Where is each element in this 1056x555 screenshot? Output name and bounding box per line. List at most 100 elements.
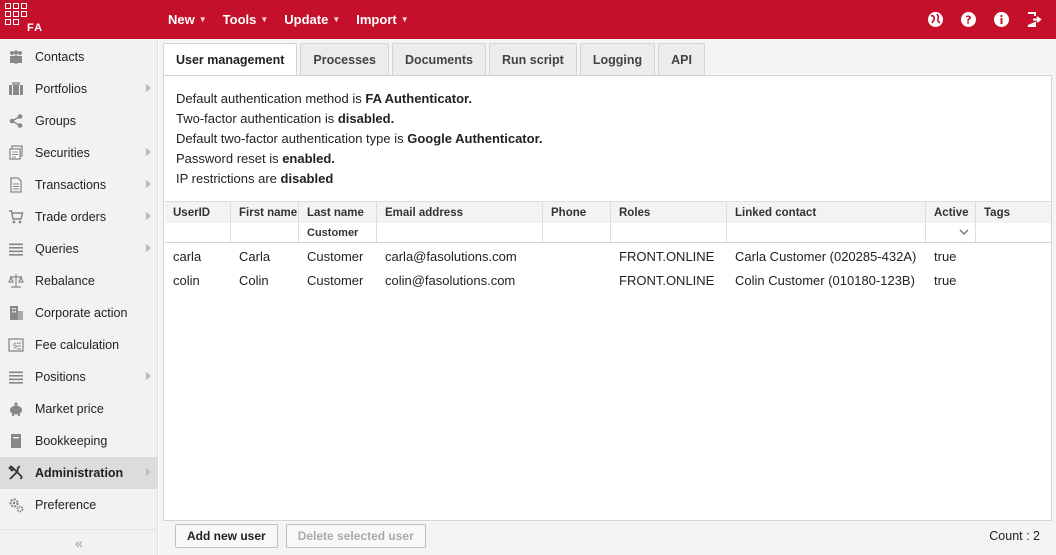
tab-processes[interactable]: Processes [300, 43, 389, 75]
col-first-name[interactable]: First name [231, 202, 299, 223]
tab-api[interactable]: API [658, 43, 705, 75]
menu-new-label: New [168, 12, 195, 27]
menu-update-label: Update [284, 12, 329, 27]
cell-phone [543, 268, 611, 292]
sidebar-item-label: Bookkeeping [35, 434, 108, 448]
col-tags[interactable]: Tags [976, 202, 1051, 223]
cell-email: colin@fasolutions.com [385, 272, 516, 288]
scale-icon [7, 273, 24, 290]
sidebar-item-label: Preference [35, 498, 97, 512]
filter-tags[interactable] [976, 223, 1051, 242]
chevron-right-icon [146, 84, 151, 92]
tab-documents[interactable]: Documents [391, 43, 487, 75]
tab-logging[interactable]: Logging [579, 43, 656, 75]
col-roles[interactable]: Roles [611, 202, 727, 223]
table-filter-row: Customer [165, 223, 1051, 243]
globe-icon[interactable] [925, 9, 945, 29]
tab-bar: User management Processes Documents Run … [163, 43, 708, 76]
filter-first-name[interactable] [231, 223, 299, 242]
cell-tags [976, 244, 1051, 268]
chevron-right-icon [146, 148, 151, 156]
sidebar-item-market-price[interactable]: Market price [0, 393, 157, 425]
sidebar-item-label: Administration [35, 466, 124, 480]
tab-user-management[interactable]: User management [163, 43, 298, 76]
delete-selected-user-button[interactable]: Delete selected user [285, 524, 426, 548]
col-phone[interactable]: Phone [543, 202, 611, 223]
menu-import[interactable]: Import ▼ [356, 12, 408, 27]
cell-linked-contact: Carla Customer (020285-432A) [735, 248, 917, 264]
sidebar-item-fee-calculation[interactable]: $ Fee calculation [0, 329, 157, 361]
filter-phone[interactable] [543, 223, 611, 242]
filter-email[interactable] [377, 223, 543, 242]
sidebar-item-corporate-action[interactable]: Corporate action [0, 297, 157, 329]
sidebar-item-positions[interactable]: Positions [0, 361, 157, 393]
collapse-sidebar-button[interactable]: « [0, 529, 158, 555]
menu-new[interactable]: New ▼ [168, 12, 207, 27]
add-new-user-button[interactable]: Add new user [175, 524, 278, 548]
filter-last-name[interactable]: Customer [299, 223, 377, 242]
two-factor-text: Two-factor authentication is [176, 111, 338, 126]
logout-icon[interactable] [1024, 9, 1044, 29]
sidebar-item-contacts[interactable]: Contacts [0, 41, 157, 73]
cell-userid: colin [173, 272, 200, 288]
col-linked-contact[interactable]: Linked contact [727, 202, 926, 223]
svg-text:?: ? [965, 13, 971, 26]
sidebar-item-administration[interactable]: Administration [0, 457, 157, 489]
help-icon[interactable]: ? [958, 9, 978, 29]
col-userid[interactable]: UserID [165, 202, 231, 223]
chevron-down-icon: ▼ [198, 15, 207, 24]
cell-active: true [934, 272, 957, 288]
sidebar-item-bookkeeping[interactable]: Bookkeeping [0, 425, 157, 457]
auth-method-value: FA Authenticator. [365, 91, 472, 106]
main-content: User management Processes Documents Run … [159, 39, 1056, 555]
filter-userid[interactable] [165, 223, 231, 242]
sidebar-item-preference[interactable]: Preference [0, 489, 157, 521]
col-email[interactable]: Email address [377, 202, 543, 223]
info-icon[interactable] [991, 9, 1011, 29]
sidebar-item-queries[interactable]: Queries [0, 233, 157, 265]
sidebar-item-trade-orders[interactable]: Trade orders [0, 201, 157, 233]
table-row[interactable]: colin Colin Customer colin@fasolutions.c… [165, 268, 1051, 292]
sidebar-item-rebalance[interactable]: Rebalance [0, 265, 157, 297]
menu-tools[interactable]: Tools ▼ [223, 12, 269, 27]
two-factor-type-value: Google Authenticator. [407, 131, 543, 146]
chevron-right-icon [146, 244, 151, 252]
cell-first-name: Carla [239, 248, 271, 264]
list-icon [7, 241, 24, 258]
chevron-right-icon [146, 180, 151, 188]
two-factor-type-line: Default two-factor authentication type i… [176, 129, 543, 149]
sidebar-item-label: Rebalance [35, 274, 95, 288]
sidebar-item-securities[interactable]: Securities [0, 137, 157, 169]
menu-update[interactable]: Update ▼ [284, 12, 340, 27]
sidebar-item-groups[interactable]: Groups [0, 105, 157, 137]
tools-icon [7, 465, 24, 482]
tab-run-script[interactable]: Run script [489, 43, 577, 75]
table-footer: Add new user Delete selected user Count … [163, 521, 1052, 551]
users-table: UserID First name Last name Email addres… [165, 201, 1051, 292]
top-icons: ? [912, 9, 1044, 29]
table-row[interactable]: carla Carla Customer carla@fasolutions.c… [165, 244, 1051, 268]
filter-linked-contact[interactable] [727, 223, 926, 242]
sidebar-item-portfolios[interactable]: Portfolios [0, 73, 157, 105]
col-active[interactable]: Active [926, 202, 976, 223]
cell-tags [976, 268, 1051, 292]
chevron-right-icon [146, 212, 151, 220]
sidebar-item-label: Portfolios [35, 82, 88, 96]
filter-active[interactable] [926, 223, 976, 242]
sidebar-item-transactions[interactable]: Transactions [0, 169, 157, 201]
sidebar-item-label: Transactions [35, 178, 107, 192]
cell-roles: FRONT.ONLINE [619, 272, 715, 288]
two-factor-line: Two-factor authentication is disabled. [176, 109, 543, 129]
fa-logo[interactable]: FA [5, 3, 45, 35]
auth-info: Default authentication method is FA Auth… [176, 89, 543, 189]
svg-text:$: $ [12, 341, 17, 350]
table-header: UserID First name Last name Email addres… [165, 201, 1051, 223]
sidebar: Contacts Portfolios Groups Securities Transa… [0, 39, 158, 555]
cell-first-name: Colin [239, 272, 269, 288]
chevron-right-icon [146, 468, 151, 476]
col-last-name[interactable]: Last name [299, 202, 377, 223]
cell-last-name: Customer [307, 272, 364, 288]
briefcase-icon [7, 81, 24, 98]
filter-roles[interactable] [611, 223, 727, 242]
ip-restrictions-value: disabled [280, 171, 334, 186]
